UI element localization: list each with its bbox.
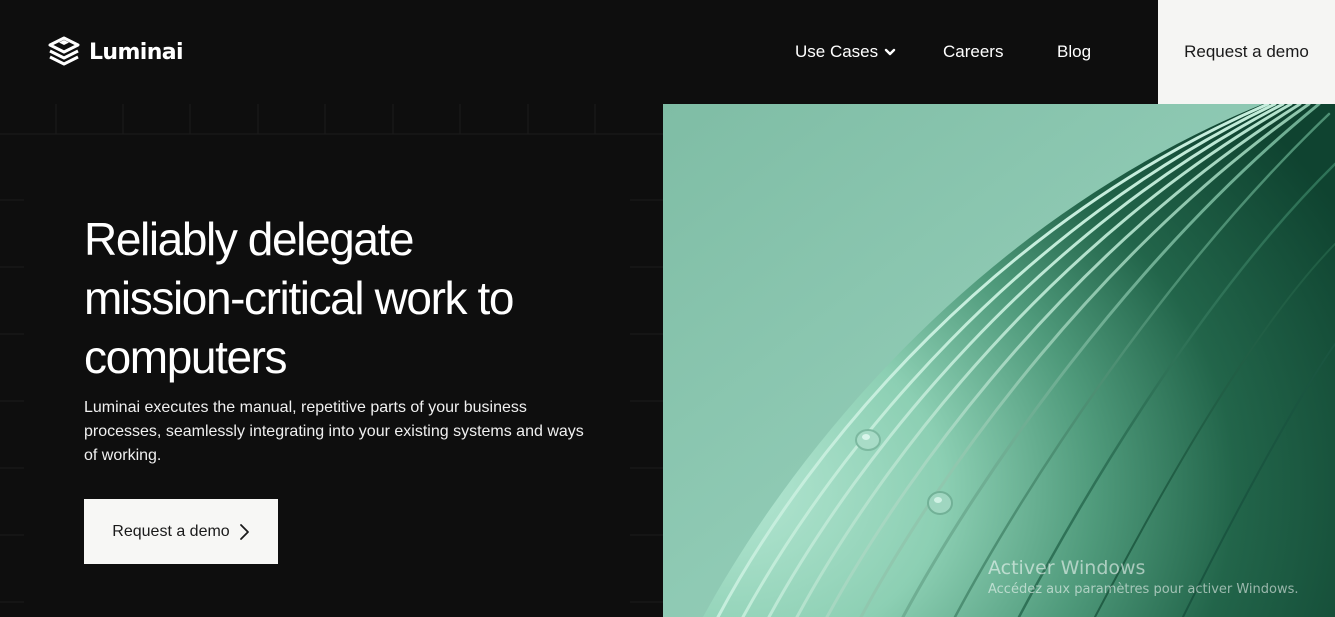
nav-item-label: Blog (1057, 42, 1092, 61)
green-ribbed-dome-render (663, 104, 1335, 617)
chevron-right-icon (239, 523, 249, 540)
brand-name: Luminai (89, 39, 184, 65)
site-header: Luminai Use Cases Careers Blog Request a… (0, 0, 1335, 104)
nav-item-label: Use Cases (795, 42, 879, 61)
header-request-demo-button[interactable]: Request a demo (1158, 0, 1335, 104)
nav-item-blog[interactable]: Blog (1057, 41, 1091, 63)
hero-title-line: Reliably delegate (84, 213, 415, 265)
hero-title-line: computers (84, 331, 288, 383)
nav-item-label: Careers (943, 42, 1004, 61)
chevron-down-icon (884, 48, 896, 56)
brand-logo[interactable]: Luminai (47, 36, 184, 68)
stacked-layers-logo-icon (48, 36, 80, 66)
hero-title-line: mission-critical work to (84, 272, 514, 324)
hero-title: Reliably delegate mission-critical work … (84, 210, 604, 387)
landing-page: Luminai Use Cases Careers Blog Request a… (0, 0, 1335, 617)
header-cta-label: Request a demo (1184, 42, 1309, 61)
nav-item-use-cases[interactable]: Use Cases (795, 41, 896, 63)
hero-cta-label: Request a demo (112, 522, 230, 540)
nav-item-careers[interactable]: Careers (943, 41, 1003, 63)
hero-image (663, 104, 1335, 617)
hero-description: Luminai executes the manual, repetitive … (84, 399, 584, 464)
hero-request-demo-button[interactable]: Request a demo (84, 499, 278, 564)
